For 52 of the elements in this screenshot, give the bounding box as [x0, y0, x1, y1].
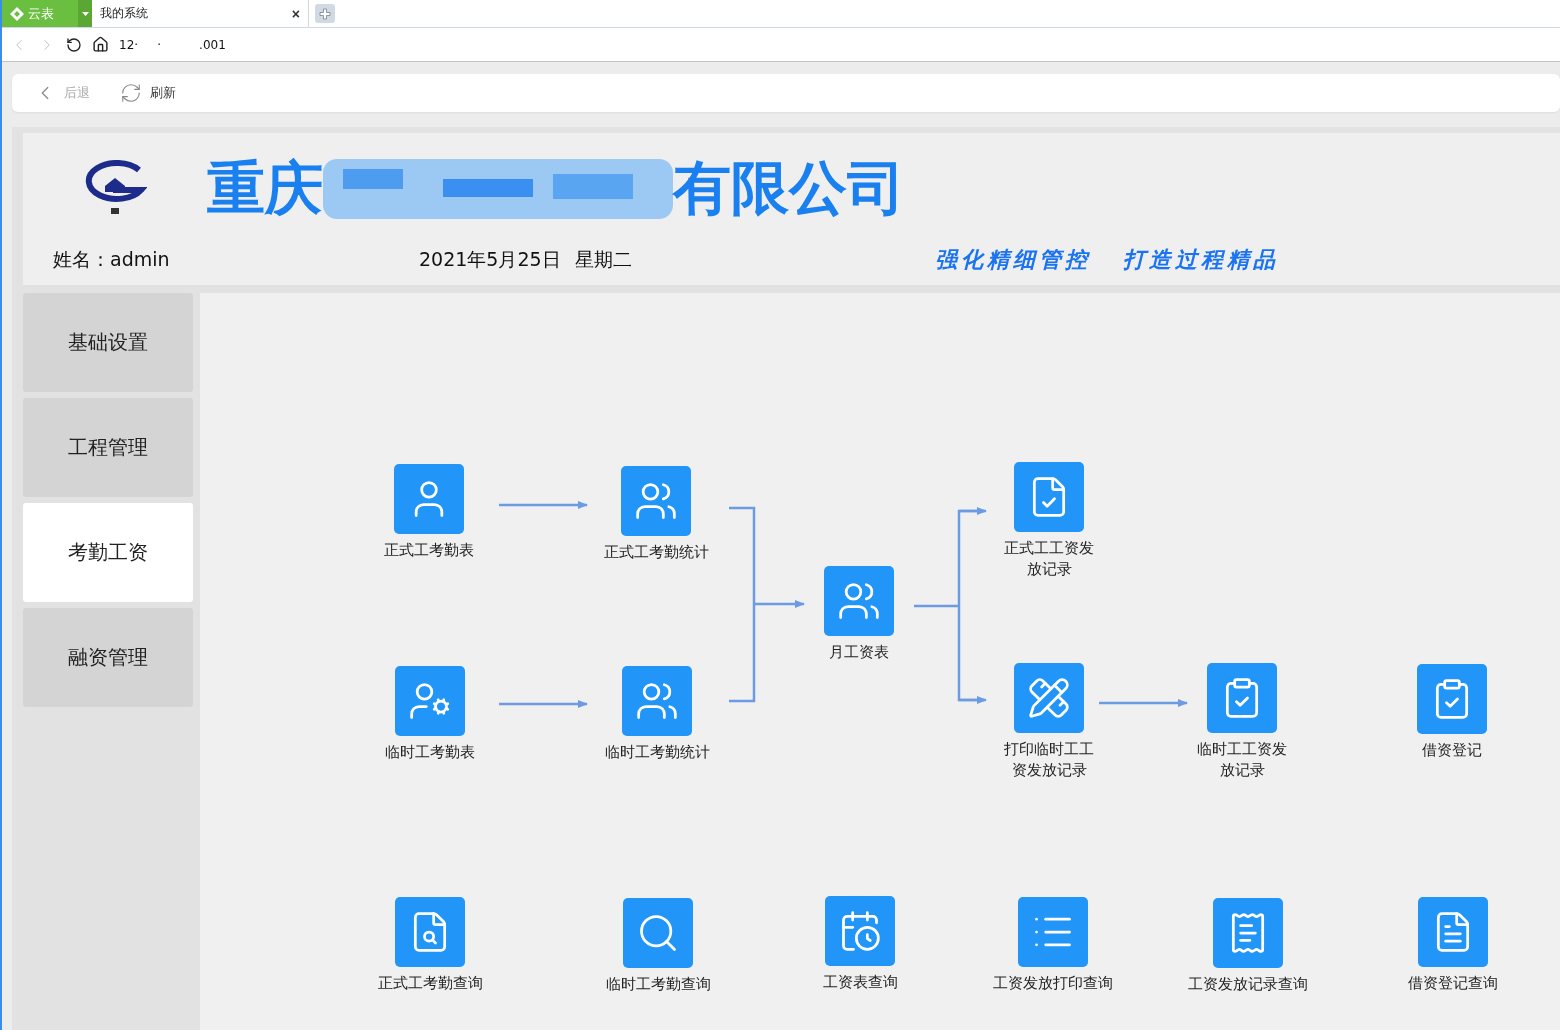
module-icon[interactable] — [1207, 663, 1277, 733]
query-icon[interactable] — [623, 898, 693, 968]
query-label[interactable]: 工资发放打印查询 — [993, 973, 1113, 994]
query-icon[interactable] — [395, 897, 465, 967]
query-label[interactable]: 借资登记查询 — [1408, 973, 1498, 994]
query-icon[interactable] — [1213, 898, 1283, 968]
query-label[interactable]: 临时工考勤查询 — [605, 974, 711, 995]
query-icon[interactable] — [1018, 897, 1088, 967]
company-name: 重庆 — [207, 154, 323, 222]
module-icon[interactable] — [1014, 663, 1084, 733]
slogan-text: 打造过程精品 — [1123, 245, 1279, 274]
company-name: 有限公司 — [673, 154, 905, 222]
module-label[interactable]: 临时工考勤表 — [385, 742, 475, 763]
date-text: 2021年5月25日 — [419, 247, 562, 272]
module-label[interactable]: 正式工工资发 放记录 — [1004, 538, 1094, 580]
module-icon[interactable] — [394, 464, 464, 534]
module-icon[interactable] — [621, 466, 691, 536]
module-label[interactable]: 借资登记 — [1422, 740, 1482, 761]
weekday-text: 星期二 — [575, 247, 633, 272]
module-label[interactable]: 打印临时工工 资发放记录 — [1004, 739, 1094, 781]
query-icon[interactable] — [1418, 897, 1488, 967]
slogan-text: 强化精细管控 — [935, 245, 1091, 274]
dropdown-caret-icon[interactable] — [78, 0, 92, 27]
refresh-icon — [120, 82, 142, 104]
query-label[interactable]: 工资发放记录查询 — [1188, 974, 1308, 995]
tab-title: 我的系统 — [100, 5, 148, 22]
sidebar-item[interactable]: 融资管理 — [23, 608, 193, 707]
module-icon[interactable] — [824, 566, 894, 636]
module-icon[interactable] — [395, 666, 465, 736]
refresh-button[interactable]: 刷新 — [120, 82, 176, 104]
module-label[interactable]: 临时工考勤统计 — [604, 742, 710, 763]
module-label[interactable]: 正式工考勤统计 — [603, 542, 709, 563]
sidebar-item[interactable]: 工程管理 — [23, 398, 193, 497]
module-label[interactable]: 临时工工资发 放记录 — [1197, 739, 1287, 781]
module-icon[interactable] — [1014, 462, 1084, 532]
tab-close-button[interactable]: × — [291, 5, 300, 22]
module-icon[interactable] — [1417, 664, 1487, 734]
new-tab-button[interactable] — [315, 4, 335, 23]
home-icon[interactable] — [92, 36, 109, 53]
diamond-logo-icon — [10, 6, 24, 21]
user-name-label: 姓名：admin — [53, 247, 171, 272]
browser-tab[interactable]: 我的系统 × — [92, 0, 309, 27]
reload-icon[interactable] — [66, 36, 82, 53]
module-label[interactable]: 月工资表 — [829, 642, 889, 663]
sidebar-item[interactable]: 基础设置 — [23, 293, 193, 392]
query-icon[interactable] — [825, 896, 895, 966]
query-label[interactable]: 正式工考勤查询 — [377, 973, 483, 994]
module-icon[interactable] — [622, 666, 692, 736]
query-label[interactable]: 工资表查询 — [822, 972, 898, 993]
address-text[interactable]: 12· · .001 — [119, 37, 226, 52]
module-label[interactable]: 正式工考勤表 — [384, 540, 474, 561]
sidebar-item[interactable]: 考勤工资 — [23, 503, 193, 602]
